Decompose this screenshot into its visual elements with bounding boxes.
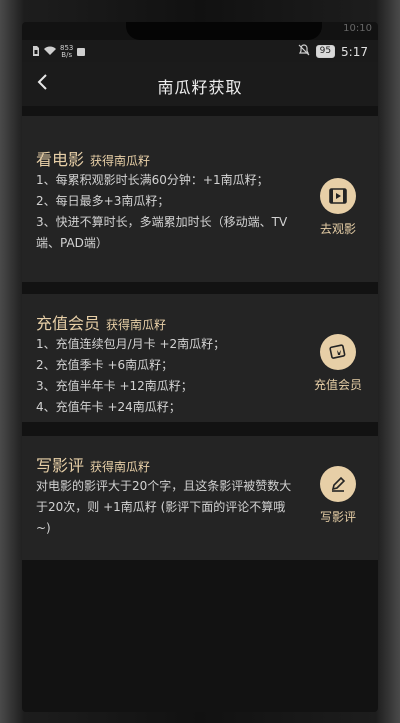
card-rules: 1、每累积观影时长满60分钟：+1南瓜籽； 2、每日最多+3南瓜籽； 3、快进不… bbox=[36, 170, 298, 254]
rule-line: 对电影的影评大于20个字，且这条影评被赞数大于20次，则 +1南瓜籽 (影评下面… bbox=[36, 479, 292, 535]
phone-frame: 10:10 853 B/s 95 5:17 南瓜籽获取 看电影 获得南瓜籽 1、… bbox=[0, 0, 400, 723]
rule-line: 4、充值年卡 +24南瓜籽； bbox=[36, 400, 181, 414]
rule-line: 2、每日最多+3南瓜籽； bbox=[36, 194, 170, 208]
status-right: 95 5:17 bbox=[298, 44, 368, 59]
rule-line: 1、每累积观影时长满60分钟：+1南瓜籽； bbox=[36, 173, 269, 187]
film-icon bbox=[320, 178, 356, 214]
status-time: 5:17 bbox=[341, 44, 368, 59]
card-subtitle: 获得南瓜籽 bbox=[90, 154, 151, 168]
rule-line: 2、充值季卡 +6南瓜籽； bbox=[36, 358, 174, 372]
net-speed: 853 B/s bbox=[60, 44, 74, 59]
bezel-clock: 10:10 bbox=[343, 23, 372, 34]
card-subtitle: 获得南瓜籽 bbox=[106, 318, 167, 332]
rule-line: 1、充值连续包月/月卡 +2南瓜籽； bbox=[36, 337, 226, 351]
nav-bar: 南瓜籽获取 bbox=[22, 62, 378, 106]
card-subtitle: 获得南瓜籽 bbox=[90, 460, 151, 474]
go-watch-button[interactable]: 去观影 bbox=[306, 178, 370, 237]
status-bar: 853 B/s 95 5:17 bbox=[22, 40, 378, 62]
screen: 10:10 853 B/s 95 5:17 南瓜籽获取 看电影 获得南瓜籽 1、… bbox=[22, 22, 378, 712]
action-label: 充值会员 bbox=[313, 378, 362, 392]
card-write-review: 写影评 获得南瓜籽 对电影的影评大于20个字，且这条影评被赞数大于20次，则 +1… bbox=[22, 436, 378, 560]
rule-line: 3、快进不算时长，多端累加时长（移动端、TV端、PAD端） bbox=[36, 215, 288, 250]
battery-badge: 95 bbox=[315, 45, 336, 58]
rule-line: 3、充值半年卡 +12南瓜籽； bbox=[36, 379, 193, 393]
notification-icon bbox=[77, 46, 86, 59]
page-title: 南瓜籽获取 bbox=[157, 78, 243, 97]
pencil-icon bbox=[320, 466, 356, 502]
recharge-vip-button[interactable]: 充值会员 bbox=[306, 334, 370, 393]
action-label: 去观影 bbox=[319, 222, 356, 236]
card-rules: 对电影的影评大于20个字，且这条影评被赞数大于20次，则 +1南瓜籽 (影评下面… bbox=[36, 476, 294, 539]
vip-card-icon bbox=[320, 334, 356, 370]
card-title: 写影评 获得南瓜籽 bbox=[36, 456, 151, 475]
wifi-icon bbox=[44, 46, 56, 59]
camera-notch bbox=[126, 22, 322, 40]
mute-bell-icon bbox=[298, 44, 310, 59]
card-title: 充值会员 获得南瓜籽 bbox=[36, 314, 167, 333]
card-watch-movie: 看电影 获得南瓜籽 1、每累积观影时长满60分钟：+1南瓜籽； 2、每日最多+3南… bbox=[22, 116, 378, 282]
action-label: 写影评 bbox=[319, 510, 356, 524]
status-left: 853 B/s bbox=[32, 44, 86, 59]
write-review-button[interactable]: 写影评 bbox=[306, 466, 370, 525]
sim-icon bbox=[32, 45, 40, 59]
card-recharge-vip: 充值会员 获得南瓜籽 1、充值连续包月/月卡 +2南瓜籽； 2、充值季卡 +6南瓜… bbox=[22, 294, 378, 422]
card-rules: 1、充值连续包月/月卡 +2南瓜籽； 2、充值季卡 +6南瓜籽； 3、充值半年卡… bbox=[36, 334, 298, 418]
card-title: 看电影 获得南瓜籽 bbox=[36, 150, 151, 169]
